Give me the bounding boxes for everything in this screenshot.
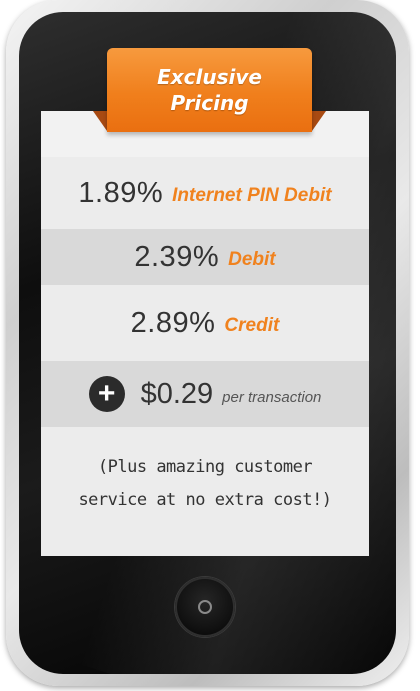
home-icon bbox=[198, 600, 212, 614]
rate-row-credit: 2.89% Credit bbox=[41, 285, 369, 361]
rate-percent: 1.89% bbox=[78, 176, 164, 209]
fee-row: + $0.29 per transaction bbox=[41, 361, 369, 427]
ribbon-fold-left bbox=[93, 111, 107, 131]
service-note: (Plus amazing customer service at no ext… bbox=[41, 451, 369, 517]
home-button[interactable] bbox=[175, 577, 235, 637]
rate-row-debit: 2.39% Debit bbox=[41, 229, 369, 285]
rate-percent: 2.89% bbox=[130, 306, 216, 339]
ribbon-title-line: Pricing bbox=[170, 91, 249, 115]
rate-label: Credit bbox=[224, 315, 280, 336]
rate-percent: 2.39% bbox=[134, 240, 220, 273]
rate-label: Internet PIN Debit bbox=[172, 185, 332, 206]
fee-unit: per transaction bbox=[222, 388, 322, 406]
plus-icon: + bbox=[88, 376, 125, 412]
pricing-screen: 1.89% Internet PIN Debit 2.39% Debit 2.8… bbox=[41, 111, 369, 556]
service-note-line: (Plus amazing customer bbox=[97, 457, 313, 477]
ribbon-fold-right bbox=[312, 111, 326, 131]
fee-amount: $0.29 bbox=[140, 377, 214, 410]
ribbon-title-line: Exclusive bbox=[157, 65, 262, 89]
rate-row-internet-pin-debit: 1.89% Internet PIN Debit bbox=[41, 157, 369, 229]
rate-label: Debit bbox=[228, 249, 276, 270]
exclusive-pricing-ribbon: Exclusive Pricing bbox=[107, 48, 312, 132]
service-note-line: service at no extra cost!) bbox=[78, 490, 332, 510]
